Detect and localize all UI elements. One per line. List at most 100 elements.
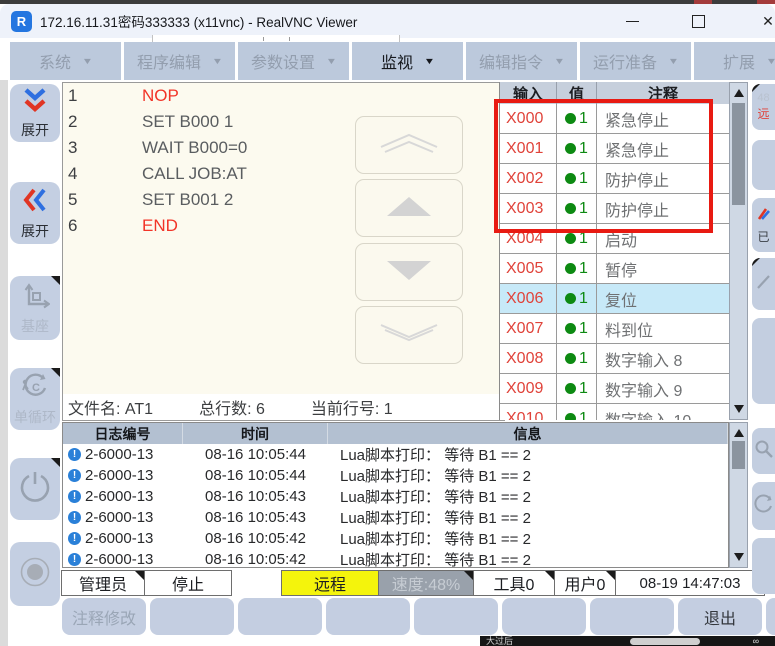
bottom-button-8[interactable] — [766, 598, 775, 635]
io-value: 1 — [557, 254, 597, 283]
io-scrollbar-thumb[interactable] — [732, 103, 745, 205]
log-scrollbar[interactable] — [729, 422, 748, 568]
io-row-X010[interactable]: X0101数字输入 10 — [500, 404, 730, 420]
io-row-X008[interactable]: X0081数字输入 8 — [500, 344, 730, 374]
bottom-button-1[interactable] — [150, 598, 234, 635]
scroll-up-icon[interactable] — [730, 85, 747, 101]
edge-button-0[interactable]: 48远 — [752, 84, 775, 130]
line-text: CALL JOB:AT — [142, 161, 247, 187]
io-row-X000[interactable]: X0001紧急停止 — [500, 104, 730, 134]
info-icon — [68, 553, 81, 566]
program-status-bar: 文件名: AT1 总行数: 6 当前行号: 1 — [62, 394, 505, 421]
io-comment: 复位 — [597, 284, 730, 313]
program-line[interactable]: 1NOP — [63, 83, 499, 109]
sidebar-button-5[interactable] — [10, 542, 60, 606]
io-scrollbar[interactable] — [729, 82, 748, 420]
bottom-button-2[interactable] — [238, 598, 322, 635]
edge-button-5[interactable] — [752, 428, 775, 474]
edge-button-7[interactable] — [752, 538, 775, 594]
io-value: 1 — [557, 104, 597, 133]
log-row[interactable]: 2-6000-1308-16 10:05:44Lua脚本打印： 等待 B1 ==… — [63, 444, 728, 465]
close-button[interactable]: ✕ — [751, 4, 775, 38]
bottom-button-7[interactable]: 退出 — [678, 598, 762, 635]
page-down-button[interactable] — [355, 306, 463, 364]
menu-bar: 系统▼程序编辑▼参数设置▼监视▼编辑指令▼运行准备▼扩展▼ — [0, 42, 775, 80]
chevron-down-icon: ▼ — [766, 56, 775, 66]
program-editor[interactable]: 1NOP2SET B000 13WAIT B000=04CALL JOB:AT5… — [62, 82, 500, 396]
edge-button-2[interactable]: 已 — [752, 198, 775, 252]
menu-item-6[interactable]: 扩展▼ — [694, 42, 775, 80]
menu-item-1[interactable]: 程序编辑▼ — [124, 42, 235, 80]
total-lines-label: 总行数: 6 — [199, 395, 265, 419]
io-input-label: X007 — [500, 314, 557, 343]
page-up-button[interactable] — [355, 116, 463, 174]
menu-item-label: 运行准备 — [593, 49, 657, 73]
menu-item-label: 编辑指令 — [479, 49, 543, 73]
menu-item-0[interactable]: 系统▼ — [10, 42, 121, 80]
log-row[interactable]: 2-6000-1308-16 10:05:44Lua脚本打印： 等待 B1 ==… — [63, 465, 728, 486]
on-indicator-icon — [565, 293, 576, 304]
menu-item-3[interactable]: 监视▼ — [352, 42, 463, 80]
edge-button-1[interactable] — [752, 140, 775, 190]
taskbar-pill — [630, 638, 700, 645]
sidebar-button-2[interactable]: 基座 — [10, 276, 60, 340]
menu-item-5[interactable]: 运行准备▼ — [580, 42, 691, 80]
log-row[interactable]: 2-6000-1308-16 10:05:42Lua脚本打印： 等待 B1 ==… — [63, 528, 728, 549]
minimize-button[interactable] — [615, 4, 649, 38]
log-time: 08-16 10:05:44 — [183, 467, 328, 484]
maximize-button[interactable] — [681, 4, 715, 38]
scroll-up-icon[interactable] — [730, 425, 747, 441]
scroll-down-icon[interactable] — [730, 549, 747, 565]
corner-mark-icon — [606, 571, 615, 580]
line-down-button[interactable] — [355, 243, 463, 301]
bottom-button-5[interactable] — [502, 598, 586, 635]
io-comment: 数字输入 8 — [597, 344, 730, 373]
scroll-down-icon[interactable] — [730, 401, 747, 417]
bottom-button-6[interactable] — [590, 598, 674, 635]
io-row-X003[interactable]: X0031防护停止 — [500, 194, 730, 224]
bottom-button-label: 退出 — [704, 605, 736, 629]
menu-item-2[interactable]: 参数设置▼ — [238, 42, 349, 80]
io-row-X001[interactable]: X0011紧急停止 — [500, 134, 730, 164]
sidebar-button-1[interactable]: 展开 — [10, 182, 60, 244]
line-up-button[interactable] — [355, 179, 463, 237]
bottom-button-3[interactable] — [326, 598, 410, 635]
mode-cell[interactable]: 管理员 — [61, 570, 145, 596]
tool-cell[interactable]: 工具0 — [473, 570, 555, 596]
edge-button-4[interactable] — [752, 318, 775, 404]
edge-button-3[interactable] — [752, 258, 775, 310]
info-icon — [68, 511, 81, 524]
single-cycle-icon: C — [20, 372, 50, 405]
corner-mark-icon — [752, 84, 760, 92]
info-icon — [68, 448, 81, 461]
io-row-X004[interactable]: X0041启动 — [500, 224, 730, 254]
io-row-X009[interactable]: X0091数字输入 9 — [500, 374, 730, 404]
log-row[interactable]: 2-6000-1308-16 10:05:43Lua脚本打印： 等待 B1 ==… — [63, 507, 728, 528]
log-id: 2-6000-13 — [85, 446, 183, 463]
bottom-button-0[interactable]: 注释修改 — [62, 598, 146, 635]
user-cell[interactable]: 用户0 — [554, 570, 616, 596]
bottom-button-4[interactable] — [414, 598, 498, 635]
bottom-button-bar: 注释修改 退出 — [62, 598, 775, 635]
sidebar-button-0[interactable]: 展开 — [10, 84, 60, 142]
edge-button-6[interactable] — [752, 482, 775, 530]
log-message: Lua脚本打印： 等待 B1 == 2 — [328, 507, 728, 528]
log-row[interactable]: 2-6000-1308-16 10:05:43Lua脚本打印： 等待 B1 ==… — [63, 486, 728, 507]
run-state-cell[interactable]: 停止 — [144, 570, 232, 596]
log-scrollbar-thumb[interactable] — [732, 441, 745, 469]
remote-cell[interactable]: 远程 — [281, 570, 379, 596]
io-row-X002[interactable]: X0021防护停止 — [500, 164, 730, 194]
io-row-X006[interactable]: X0061复位 — [500, 284, 730, 314]
line-number: 3 — [63, 135, 142, 161]
log-row[interactable]: 2-6000-1308-16 10:05:42Lua脚本打印： 等待 B1 ==… — [63, 549, 728, 568]
io-row-X005[interactable]: X0051暂停 — [500, 254, 730, 284]
io-row-X007[interactable]: X0071料到位 — [500, 314, 730, 344]
base-frame-icon — [20, 281, 50, 314]
clock-cell[interactable]: 08-19 14:47:03 — [615, 570, 765, 596]
io-monitor-table: 输入 值 注释 X0001紧急停止X0011紧急停止X0021防护停止X0031… — [499, 82, 730, 420]
sidebar-button-3[interactable]: C单循环 — [10, 368, 60, 430]
speed-cell[interactable]: 速度:48% — [378, 570, 474, 596]
menu-item-4[interactable]: 编辑指令▼ — [466, 42, 577, 80]
sidebar-button-4[interactable] — [10, 458, 60, 520]
on-indicator-icon — [565, 143, 576, 154]
